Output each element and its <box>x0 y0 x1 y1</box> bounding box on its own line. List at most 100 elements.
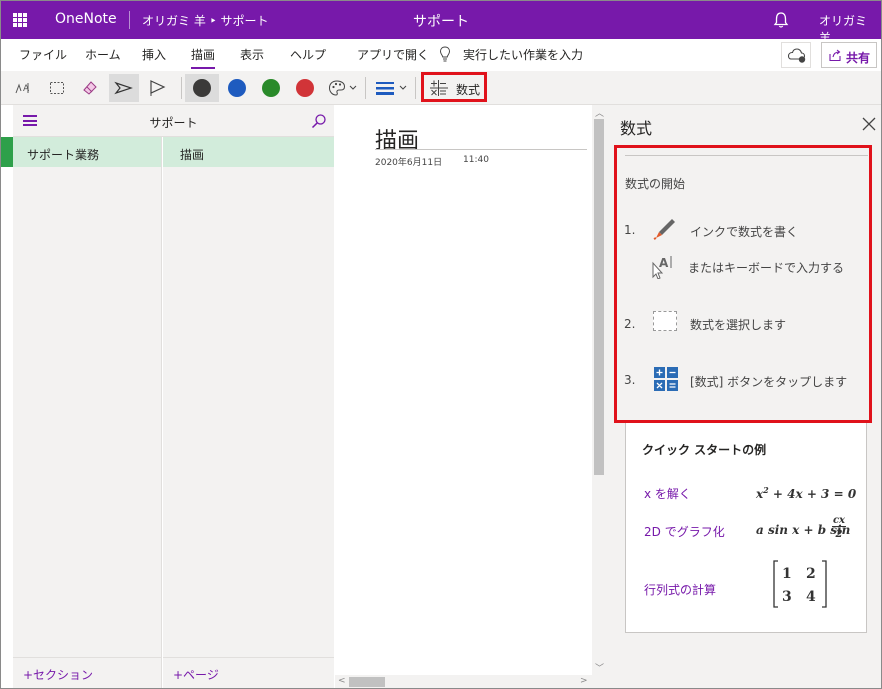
fraction-numerator: cx <box>832 515 846 527</box>
math-button[interactable]: 数式 <box>421 72 487 102</box>
svg-text:A: A <box>659 256 669 270</box>
quick-start-title: クイック スタートの例 <box>642 443 767 457</box>
search-icon[interactable] <box>311 113 327 129</box>
tell-me-search[interactable]: 実行したい作業を入力 <box>463 46 583 63</box>
breadcrumb[interactable]: オリガミ 羊 ‣ サポート <box>142 12 269 29</box>
lasso-select-button[interactable] <box>42 74 72 102</box>
tab-draw[interactable]: 描画 <box>191 46 216 69</box>
page-time: 11:40 <box>463 155 489 165</box>
page-canvas[interactable]: 描画 2020年6月11日 11:40 <box>335 105 592 688</box>
app-name[interactable]: OneNote <box>55 11 117 27</box>
highlighter-button[interactable] <box>143 74 173 102</box>
close-icon[interactable] <box>862 117 876 131</box>
vertical-scrollbar[interactable]: ︿ ﹀ <box>592 105 606 688</box>
horizontal-scrollbar[interactable]: < > <box>335 675 592 688</box>
step-text: 数式を選択します <box>690 318 787 332</box>
page-title[interactable]: 描画 <box>375 123 419 155</box>
cloud-sync-icon <box>787 48 806 63</box>
color-palette-dropdown[interactable] <box>325 74 361 102</box>
notebook-nav-header: サポート <box>13 105 334 137</box>
ink-pen-icon <box>653 219 675 240</box>
page-item-selected[interactable]: 描画 <box>163 137 334 167</box>
scroll-thumb[interactable] <box>594 119 604 475</box>
pen-color-black[interactable] <box>185 74 219 102</box>
getting-started-heading: 数式の開始 <box>625 177 686 191</box>
example-solve-x-link[interactable]: x を解く <box>644 485 691 502</box>
add-section-button[interactable]: +セクション <box>23 666 93 683</box>
pen-tool-button[interactable] <box>109 74 139 102</box>
scroll-thumb[interactable] <box>349 677 385 687</box>
math-icon <box>430 80 448 96</box>
example-graph-2d-link[interactable]: 2D でグラフ化 <box>644 523 725 540</box>
step-text: [数式] ボタンをタップします <box>690 375 848 389</box>
pen-icon <box>114 81 133 95</box>
example-determinant-link[interactable]: 行列式の計算 <box>644 581 716 598</box>
scroll-left-icon[interactable]: < <box>338 676 346 686</box>
matrix-example: 1 2 3 4 <box>773 560 827 608</box>
tab-insert[interactable]: 挿入 <box>142 46 166 63</box>
share-label: 共有 <box>846 51 871 65</box>
title-bar: OneNote オリガミ 羊 ‣ サポート サポート オリガミ 羊 <box>1 1 881 45</box>
step-number: 3. <box>624 373 636 387</box>
line-width-icon <box>376 82 407 95</box>
sync-status-button[interactable] <box>781 42 811 68</box>
notebook-title[interactable]: サポート <box>13 114 334 131</box>
title-underline <box>375 149 587 150</box>
selection-box-icon <box>653 311 677 331</box>
step-text: インクで数式を書く <box>690 225 799 239</box>
lightbulb-icon <box>439 46 451 62</box>
scroll-down-icon[interactable]: ﹀ <box>595 661 604 674</box>
svg-text:A: A <box>23 84 30 94</box>
title-separator <box>129 11 130 29</box>
draw-toolbar: A 数式 <box>1 71 881 105</box>
fraction-denominator: 2 <box>835 529 843 540</box>
section-label: サポート業務 <box>27 148 100 162</box>
section-color-tab <box>1 137 13 167</box>
pen-color-red[interactable] <box>288 74 322 102</box>
math-pane: 数式 数式の開始 1. インクで数式を書く A またはキーボードで入力する 2.… <box>606 105 881 688</box>
eraser-button[interactable] <box>75 74 105 102</box>
add-page-button[interactable]: +ページ <box>173 666 219 683</box>
scroll-right-icon[interactable]: > <box>580 676 588 686</box>
notification-bell-icon[interactable] <box>773 11 789 29</box>
step-text: またはキーボードで入力する <box>688 261 845 275</box>
color-swatch <box>228 79 246 97</box>
page-label: 描画 <box>180 148 205 162</box>
tab-help[interactable]: ヘルプ <box>290 46 326 63</box>
highlighter-icon <box>150 80 166 96</box>
lasso-select-icon <box>50 82 64 94</box>
section-item-selected[interactable]: サポート業務 <box>13 137 161 167</box>
app-launcher-icon[interactable] <box>13 13 27 27</box>
keyboard-input-icon: A <box>652 256 672 279</box>
open-in-app-button[interactable]: アプリで開く <box>357 46 429 63</box>
color-swatch <box>296 79 314 97</box>
tab-home[interactable]: ホーム <box>85 46 121 63</box>
svg-text:4: 4 <box>806 589 816 605</box>
svg-text:2: 2 <box>806 566 816 582</box>
tab-file[interactable]: ファイル <box>19 46 67 63</box>
onenote-window: OneNote オリガミ 羊 ‣ サポート サポート オリガミ 羊 ファイル ホ… <box>0 0 882 689</box>
pen-color-green[interactable] <box>254 74 288 102</box>
color-swatch <box>193 79 211 97</box>
math-button-label: 数式 <box>456 83 481 97</box>
pen-color-blue[interactable] <box>220 74 254 102</box>
color-swatch <box>262 79 280 97</box>
ink-to-text-button[interactable]: A <box>9 74 39 102</box>
page-list: 描画 +ページ <box>163 105 334 688</box>
step-number: 1. <box>624 223 636 237</box>
document-title: サポート <box>413 14 469 30</box>
svg-text:1: 1 <box>782 566 792 582</box>
tab-view[interactable]: 表示 <box>240 46 264 63</box>
line-width-dropdown[interactable] <box>371 74 411 102</box>
scroll-up-icon[interactable]: ︿ <box>595 106 604 119</box>
math-button-icon <box>654 367 678 391</box>
share-icon <box>829 49 841 62</box>
share-button[interactable]: 共有 <box>821 42 877 68</box>
ink-to-text-icon: A <box>15 83 30 94</box>
math-pane-title: 数式 <box>620 119 653 138</box>
quick-start-card: クイック スタートの例 x を解く x2 + 4x + 3 = 0 2D でグラ… <box>625 423 867 633</box>
eraser-icon <box>83 81 97 95</box>
example-equation: x2 + 4x + 3 = 0 <box>756 485 857 501</box>
page-date: 2020年6月11日 <box>375 158 443 168</box>
palette-icon <box>328 80 357 96</box>
